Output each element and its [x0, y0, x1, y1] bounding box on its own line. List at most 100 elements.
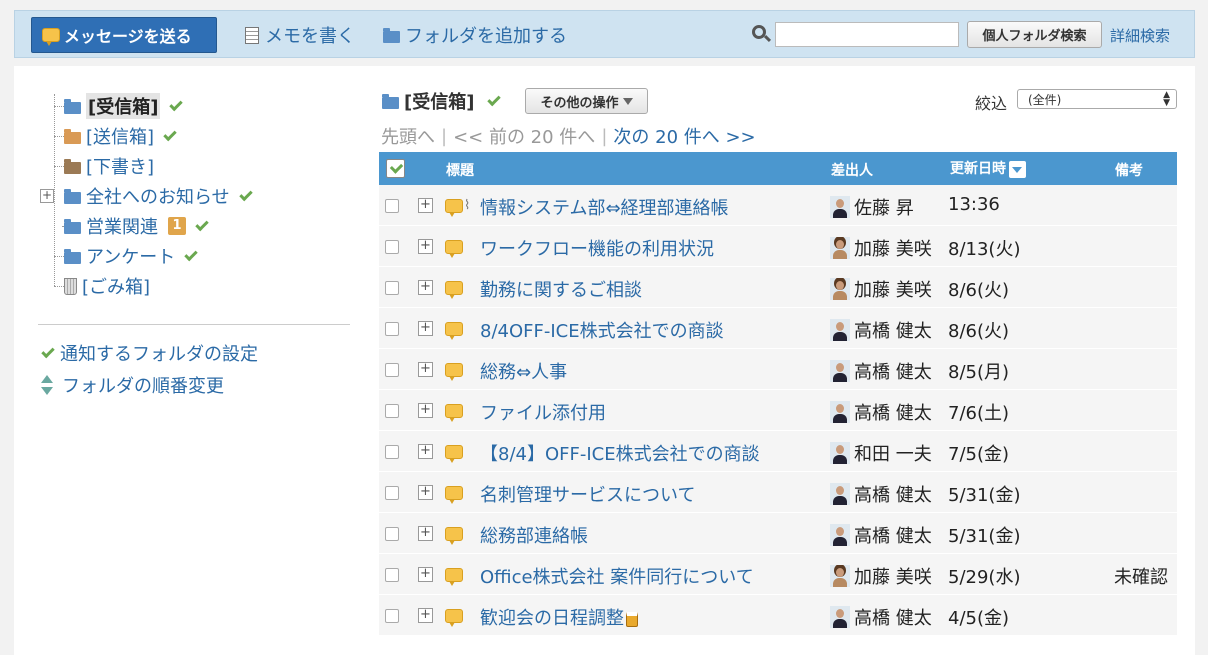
message-bubble-icon	[445, 568, 463, 586]
notification-folder-settings-link[interactable]: 通知するフォルダの設定	[40, 340, 258, 366]
message-sender: 加藤 美咲	[830, 276, 932, 302]
col-updated[interactable]: 更新日時	[950, 158, 1026, 178]
expand-icon[interactable]: +	[418, 444, 433, 459]
table-row[interactable]: + Office株式会社 案件同行について 加藤 美咲 5/29(水) 未確認	[379, 554, 1177, 595]
message-subject-text: 情報システム部⇔経理部連絡帳	[480, 198, 729, 219]
sort-desc-icon[interactable]	[1009, 160, 1026, 178]
message-subject[interactable]: 名刺管理サービスについて	[480, 481, 695, 507]
message-subject[interactable]: 歓迎会の日程調整	[480, 604, 638, 630]
message-date: 8/5(月)	[948, 362, 1010, 383]
pager: 先頭へ | << 前の 20 件へ | 次の 20 件へ >>	[381, 123, 756, 149]
table-row[interactable]: + ワークフロー機能の利用状況 加藤 美咲 8/13(火)	[379, 226, 1177, 267]
expand-icon[interactable]: +	[418, 321, 433, 336]
row-checkbox[interactable]	[385, 322, 399, 336]
message-subject[interactable]: Office株式会社 案件同行について	[480, 563, 754, 589]
table-row[interactable]: + ⌇ 情報システム部⇔経理部連絡帳 佐藤 昇 13:36	[379, 185, 1177, 226]
message-subject[interactable]: 勤務に関するご相談	[480, 276, 642, 302]
message-subject[interactable]: 総務⇔人事	[480, 358, 567, 384]
expand-icon[interactable]: +	[418, 567, 433, 582]
message-date: 8/6(火)	[948, 280, 1010, 301]
expand-icon[interactable]: +	[40, 189, 54, 203]
table-row[interactable]: + 歓迎会の日程調整 高橋 健太 4/5(金)	[379, 595, 1177, 636]
message-bubble-icon	[445, 322, 463, 340]
folder-order-link[interactable]: フォルダの順番変更	[40, 372, 224, 398]
sender-name: 加藤 美咲	[854, 239, 932, 260]
col-subject[interactable]: 標題	[446, 160, 474, 180]
select-arrows-icon: ▲ ▼	[1163, 90, 1170, 108]
message-subject-text: 総務部連絡帳	[480, 526, 588, 547]
expand-icon[interactable]: +	[418, 239, 433, 254]
table-row[interactable]: + 名刺管理サービスについて 高橋 健太 5/31(金)	[379, 472, 1177, 513]
folder-company-news[interactable]: 全社へのお知らせ	[64, 183, 253, 209]
pager-next[interactable]: 次の 20 件へ >>	[613, 123, 755, 149]
message-bubble-icon	[445, 445, 463, 463]
message-subject-text: 名刺管理サービスについて	[480, 485, 696, 506]
send-message-button[interactable]: メッセージを送る	[31, 17, 217, 53]
row-checkbox[interactable]	[385, 199, 399, 213]
message-sender: 加藤 美咲	[830, 563, 932, 589]
message-subject[interactable]: 総務部連絡帳	[480, 522, 588, 548]
expand-icon[interactable]: +	[418, 280, 433, 295]
row-checkbox[interactable]	[385, 363, 399, 377]
table-row[interactable]: + 総務部連絡帳 高橋 健太 5/31(金)	[379, 513, 1177, 554]
message-subject[interactable]: 【8/4】OFF-ICE株式会社での商談	[480, 440, 760, 466]
message-date: 7/5(金)	[948, 444, 1010, 465]
folder-sent[interactable]: [送信箱]	[64, 123, 177, 149]
message-sender: 高橋 健太	[830, 481, 932, 507]
row-checkbox[interactable]	[385, 404, 399, 418]
check-icon	[169, 97, 184, 111]
col-sender[interactable]: 差出人	[831, 160, 873, 180]
message-date: 8/13(火)	[948, 239, 1021, 260]
pager-first: 先頭へ	[381, 127, 435, 148]
expand-icon[interactable]: +	[418, 403, 433, 418]
add-folder-link[interactable]: フォルダを追加する	[383, 22, 567, 48]
folder-survey[interactable]: アンケート	[64, 243, 198, 269]
expand-icon[interactable]: +	[418, 362, 433, 377]
table-row[interactable]: + 【8/4】OFF-ICE株式会社での商談 和田 一夫 7/5(金)	[379, 431, 1177, 472]
updown-arrows-icon	[40, 375, 54, 395]
message-subject[interactable]: ワークフロー機能の利用状況	[480, 235, 714, 261]
table-row[interactable]: + 総務⇔人事 高橋 健太 8/5(月)	[379, 349, 1177, 390]
row-checkbox[interactable]	[385, 527, 399, 541]
expand-icon[interactable]: +	[418, 485, 433, 500]
expand-icon[interactable]: +	[418, 526, 433, 541]
other-operations-button[interactable]: その他の操作	[525, 88, 648, 114]
message-subject[interactable]: 8/4OFF-ICE株式会社での商談	[480, 317, 724, 343]
message-subject[interactable]: 情報システム部⇔経理部連絡帳	[480, 194, 729, 220]
filter-select[interactable]: (全件) ▲ ▼	[1017, 89, 1177, 109]
unread-count-badge: 1	[168, 217, 186, 235]
folder-title: [受信箱]	[404, 92, 475, 113]
folder-inbox[interactable]: [受信箱]	[64, 93, 184, 119]
message-bubble-icon	[445, 609, 463, 627]
row-checkbox[interactable]	[385, 281, 399, 295]
write-memo-link[interactable]: メモを書く	[245, 22, 355, 48]
expand-icon[interactable]: +	[418, 198, 433, 213]
row-checkbox[interactable]	[385, 445, 399, 459]
row-checkbox[interactable]	[385, 486, 399, 500]
table-row[interactable]: + 勤務に関するご相談 加藤 美咲 8/6(火)	[379, 267, 1177, 308]
message-subject-text: Office株式会社 案件同行について	[480, 567, 754, 588]
folder-label: アンケート	[86, 247, 176, 268]
table-row[interactable]: +8/4OFF-ICE株式会社での商談 高橋 健太 8/6(火)	[379, 308, 1177, 349]
expand-icon[interactable]: +	[418, 608, 433, 623]
folder-drafts[interactable]: [下書き]	[64, 153, 154, 179]
table-row[interactable]: + ファイル添付用 高橋 健太 7/6(土)	[379, 390, 1177, 431]
row-checkbox[interactable]	[385, 568, 399, 582]
row-checkbox[interactable]	[385, 240, 399, 254]
folder-trash[interactable]: [ごみ箱]	[64, 273, 150, 299]
row-checkbox[interactable]	[385, 609, 399, 623]
message-subject-text: 勤務に関するご相談	[480, 280, 642, 301]
personal-folder-search-button[interactable]: 個人フォルダ検索	[967, 21, 1102, 48]
folder-sales[interactable]: 営業関連 1	[64, 213, 209, 239]
sender-name: 高橋 健太	[854, 362, 932, 383]
select-all-checkbox[interactable]	[386, 159, 405, 178]
message-bubble-icon	[445, 363, 463, 381]
message-subject[interactable]: ファイル添付用	[480, 399, 606, 425]
advanced-search-link[interactable]: 詳細検索	[1110, 25, 1170, 46]
sender-name: 加藤 美咲	[854, 280, 932, 301]
folder-icon	[64, 98, 81, 114]
message-sender: 高橋 健太	[830, 358, 932, 384]
search-input[interactable]	[775, 22, 959, 47]
avatar	[830, 483, 850, 505]
folder-icon	[64, 218, 81, 234]
